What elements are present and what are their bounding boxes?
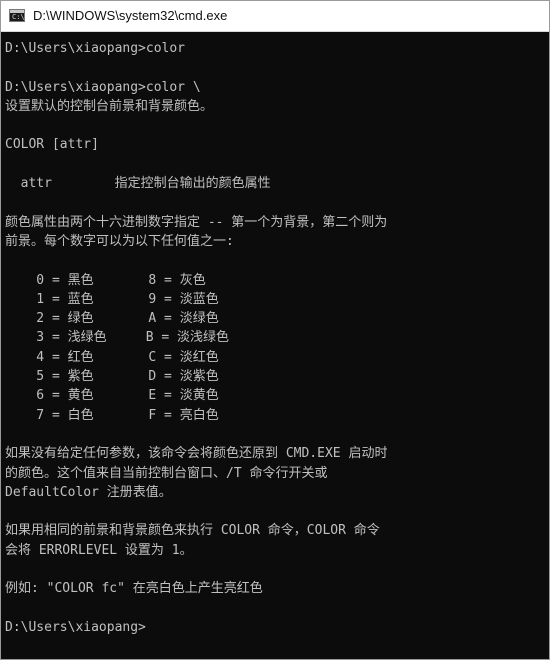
console-line: D:\Users\xiaopang>color [5,41,186,56]
console-line: 例如: "COLOR fc" 在亮白色上产生亮红色 [5,581,263,597]
console-line: 如果用相同的前景和背景颜色来执行 COLOR 命令，COLOR 命令 [5,523,380,539]
icon-prompt: C:\ [12,13,25,21]
console-line: 如果没有给定任何参数，该命令会将颜色还原到 CMD.EXE 启动时 [5,446,388,462]
console-line: COLOR [attr] [5,137,99,153]
console-line: D:\Users\xiaopang>color \ [5,79,201,95]
console-line: 7 = 白色 F = 亮白色 [5,407,219,423]
console-line: 5 = 紫色 D = 淡紫色 [5,369,219,385]
console-line: 0 = 黑色 8 = 灰色 [5,272,206,288]
console-line: attr 指定控制台输出的颜色属性 [5,176,271,192]
cmd-icon: C:\ [9,9,25,22]
title-bar[interactable]: C:\ D:\WINDOWS\system32\cmd.exe [1,1,549,32]
console-line: DefaultColor 注册表值。 [5,484,172,500]
cmd-window: C:\ D:\WINDOWS\system32\cmd.exe D:\Users… [0,0,550,660]
console-line: 颜色属性由两个十六进制数字指定 -- 第一个为背景，第二个则为 [5,214,388,230]
console-line: 设置默认的控制台前景和背景颜色。 [5,98,214,114]
console-line: 1 = 蓝色 9 = 淡蓝色 [5,291,219,307]
console-line: 2 = 绿色 A = 淡绿色 [5,311,219,327]
console-line: 3 = 浅绿色 B = 淡浅绿色 [5,330,230,346]
console-line: 4 = 红色 C = 淡红色 [5,349,219,365]
console-line: 的颜色。这个值来自当前控制台窗口、/T 命令行开关或 [5,465,328,481]
console-output[interactable]: D:\Users\xiaopang>color D:\Users\xiaopan… [5,39,545,655]
console-line: 6 = 黄色 E = 淡黄色 [5,388,219,404]
console-line: 前景。每个数字可以为以下任何值之一: [5,233,234,249]
console-line: 会将 ERRORLEVEL 设置为 1。 [5,542,193,558]
window-title: D:\WINDOWS\system32\cmd.exe [33,8,228,23]
console-prompt-line[interactable]: D:\Users\xiaopang> [5,618,545,637]
